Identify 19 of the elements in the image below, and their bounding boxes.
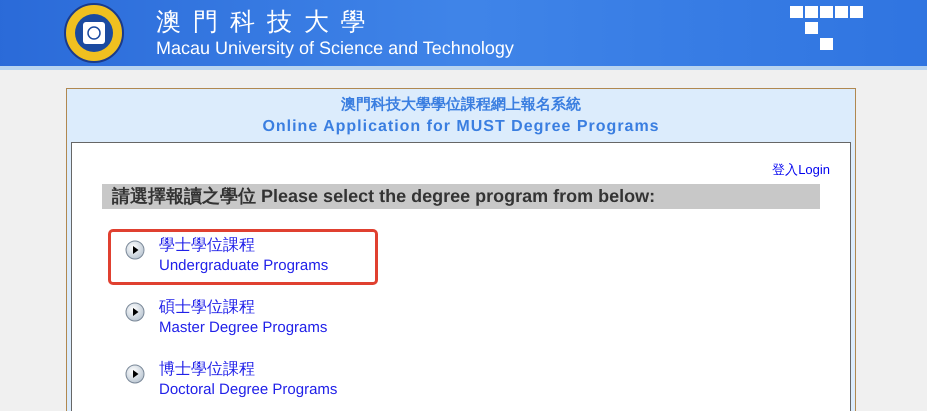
- university-seal-icon: [64, 3, 124, 63]
- section-heading: 請選擇報讀之學位 Please select the degree program from below:: [102, 184, 820, 209]
- program-option[interactable]: 碩士學位課程 Master Degree Programs: [108, 291, 378, 347]
- system-title-english: Online Application for MUST Degree Programs: [262, 117, 660, 137]
- highlighted-program-option[interactable]: 學士學位課程 Undergraduate Programs: [108, 229, 378, 285]
- university-name-english: Macau University of Science and Technology: [156, 37, 514, 59]
- program-name-english[interactable]: Undergraduate Programs: [159, 256, 328, 276]
- play-icon: [125, 302, 145, 322]
- program-name-chinese[interactable]: 學士學位課程: [159, 236, 328, 256]
- program-name-english[interactable]: Master Degree Programs: [159, 318, 328, 338]
- program-option[interactable]: 博士學位課程 Doctoral Degree Programs: [108, 353, 378, 409]
- play-icon: [125, 364, 145, 384]
- university-name-chinese: 澳 門 科 技 大 學: [156, 7, 369, 37]
- system-title-chinese: 澳門科技大學學位課程網上報名系統: [341, 95, 581, 115]
- program-name-chinese[interactable]: 碩士學位課程: [159, 298, 328, 318]
- program-name-english[interactable]: Doctoral Degree Programs: [159, 380, 338, 400]
- play-icon: [125, 240, 145, 260]
- login-link[interactable]: 登入Login: [772, 162, 830, 178]
- program-name-chinese[interactable]: 博士學位課程: [159, 360, 338, 380]
